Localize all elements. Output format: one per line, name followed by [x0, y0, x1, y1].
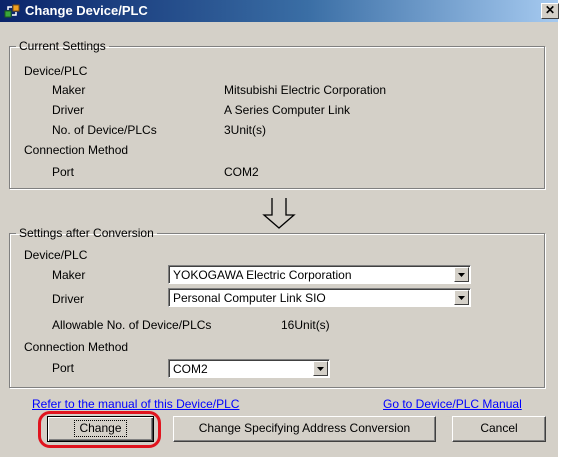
current-maker-value: Mitsubishi Electric Corporation — [224, 83, 387, 97]
driver-dropdown-button[interactable] — [454, 290, 469, 305]
current-port-label: Port — [52, 165, 75, 179]
current-count-value: 3Unit(s) — [224, 123, 267, 137]
after-settings-legend: Settings after Conversion — [19, 226, 154, 240]
change-address-conversion-button[interactable]: Change Specifying Address Conversion — [173, 416, 436, 442]
current-port-value: COM2 — [224, 165, 259, 179]
driver-select[interactable]: Personal Computer Link SIO — [168, 288, 471, 307]
change-button[interactable]: Change — [47, 416, 154, 442]
current-connection-heading: Connection Method — [24, 143, 129, 157]
cancel-button-label: Cancel — [480, 421, 518, 435]
close-button[interactable]: ✕ — [541, 3, 559, 19]
cancel-button[interactable]: Cancel — [452, 416, 546, 442]
current-maker-label: Maker — [52, 83, 86, 97]
after-maker-label: Maker — [52, 268, 86, 282]
refer-manual-link[interactable]: Refer to the manual of this Device/PLC — [32, 397, 239, 411]
chevron-down-icon — [317, 367, 324, 371]
close-icon: ✕ — [544, 3, 556, 17]
after-connection-heading: Connection Method — [24, 340, 129, 354]
port-dropdown-button[interactable] — [313, 361, 328, 376]
change-button-label: Change — [74, 420, 127, 437]
device-change-icon — [4, 4, 20, 18]
current-count-label: No. of Device/PLCs — [52, 123, 157, 137]
port-select[interactable]: COM2 — [168, 359, 330, 378]
maker-dropdown-button[interactable] — [454, 267, 469, 282]
change-address-conversion-label: Change Specifying Address Conversion — [198, 421, 411, 435]
chevron-down-icon — [458, 273, 465, 277]
current-driver-value: A Series Computer Link — [224, 103, 351, 117]
current-settings-legend: Current Settings — [19, 39, 106, 53]
change-device-dialog: Change Device/PLC ✕ Current Settings Dev… — [0, 0, 559, 457]
window-title: Change Device/PLC — [25, 3, 148, 18]
goto-manual-link[interactable]: Go to Device/PLC Manual — [383, 397, 522, 411]
current-driver-label: Driver — [52, 103, 84, 117]
chevron-down-icon — [458, 296, 465, 300]
driver-select-value: Personal Computer Link SIO — [173, 291, 326, 305]
after-port-label: Port — [52, 361, 75, 375]
allowable-count-label: Allowable No. of Device/PLCs — [52, 318, 212, 332]
current-device-heading: Device/PLC — [24, 64, 88, 78]
maker-select-value: YOKOGAWA Electric Corporation — [173, 268, 352, 282]
after-driver-label: Driver — [52, 292, 84, 306]
down-arrow-icon — [262, 198, 296, 229]
port-select-value: COM2 — [173, 362, 208, 376]
title-bar[interactable]: Change Device/PLC ✕ — [0, 0, 559, 22]
after-device-heading: Device/PLC — [24, 248, 88, 262]
allowable-count-value: 16Unit(s) — [281, 318, 330, 332]
maker-select[interactable]: YOKOGAWA Electric Corporation — [168, 265, 471, 284]
